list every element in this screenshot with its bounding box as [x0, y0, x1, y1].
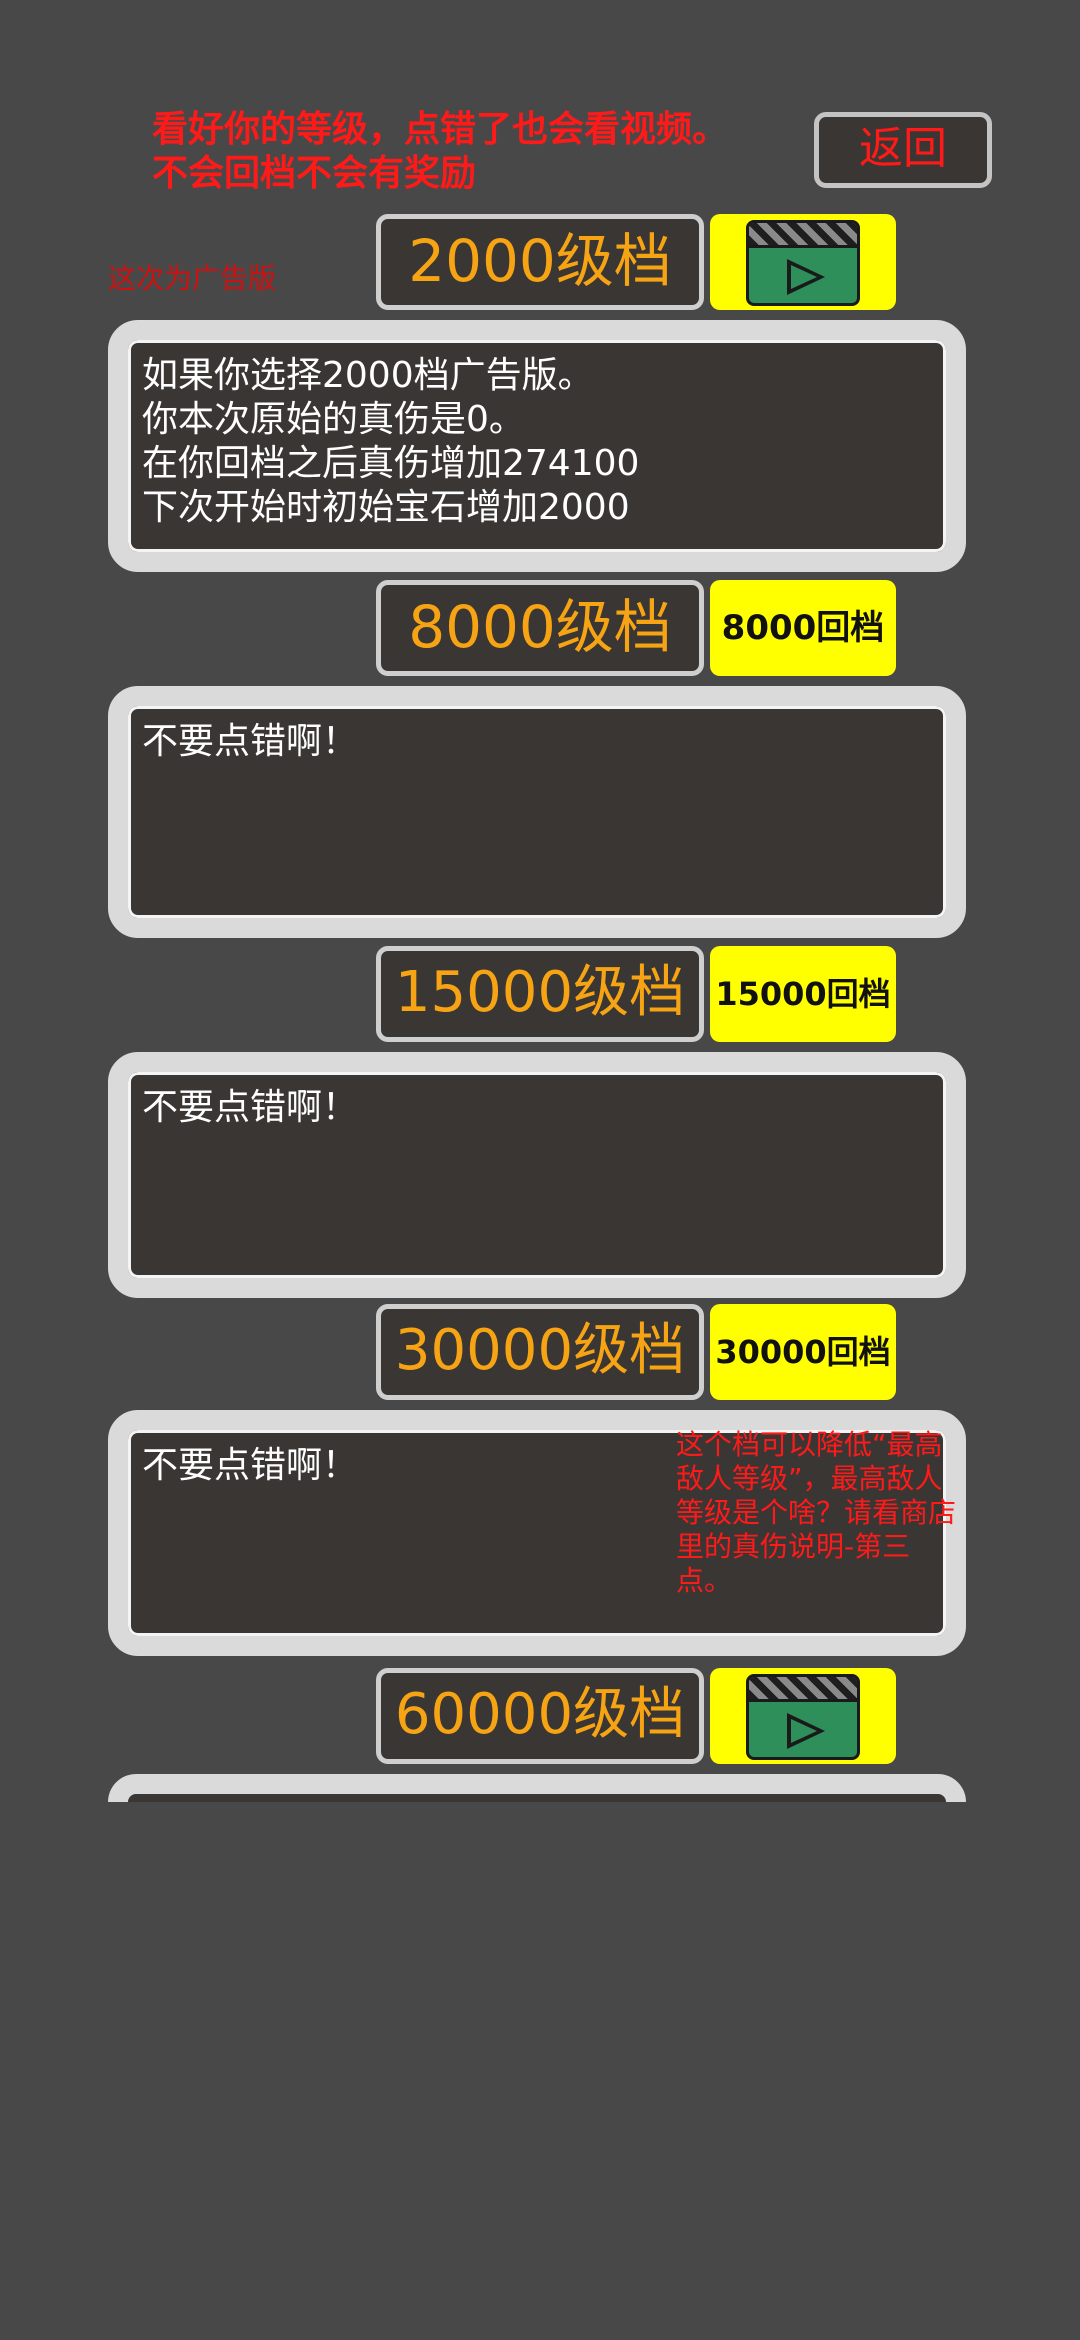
tier-8000-info-panel: 不要点错啊！	[108, 686, 966, 938]
tier-15000-rollback-button[interactable]: 15000回档	[710, 946, 896, 1042]
tier-60000-video-button[interactable]	[710, 1668, 896, 1764]
tier-2000-video-button[interactable]	[710, 214, 896, 310]
tier-2000-info-panel: 如果你选择2000档广告版。 你本次原始的真伤是0。 在你回档之后真伤增加274…	[108, 320, 966, 572]
tier-15000-level-button[interactable]: 15000级档	[376, 946, 704, 1042]
ad-version-note: 这次为广告版	[108, 262, 277, 295]
tier-2000-info-text: 如果你选择2000档广告版。 你本次原始的真伤是0。 在你回档之后真伤增加274…	[142, 355, 640, 528]
empty-area	[0, 1802, 1080, 2340]
video-icon	[746, 1674, 860, 1760]
warning-text: 看好你的等级，点错了也会看视频。 不会回档不会有奖励	[152, 109, 729, 194]
tier-30000-side-note: 这个档可以降低“最高敌人等级”，最高敌人等级是个啥？请看商店里的真伤说明-第三点…	[676, 1428, 957, 1597]
tier-30000-level-button[interactable]: 30000级档	[376, 1304, 704, 1400]
tier-15000-info-text: 不要点错啊！	[142, 1087, 359, 1128]
tier-8000-level-button[interactable]: 8000级档	[376, 580, 704, 676]
video-icon	[746, 220, 860, 306]
tier-60000-level-button[interactable]: 60000级档	[376, 1668, 704, 1764]
tier-30000-rollback-button[interactable]: 30000回档	[710, 1304, 896, 1400]
tier-60000-info-panel	[108, 1774, 966, 1802]
tier-2000-level-button[interactable]: 2000级档	[376, 214, 704, 310]
back-button[interactable]: 返回	[814, 112, 992, 188]
tier-8000-rollback-button[interactable]: 8000回档	[710, 580, 896, 676]
tier-8000-info-text: 不要点错啊！	[142, 721, 359, 762]
tier-15000-info-panel: 不要点错啊！	[108, 1052, 966, 1298]
